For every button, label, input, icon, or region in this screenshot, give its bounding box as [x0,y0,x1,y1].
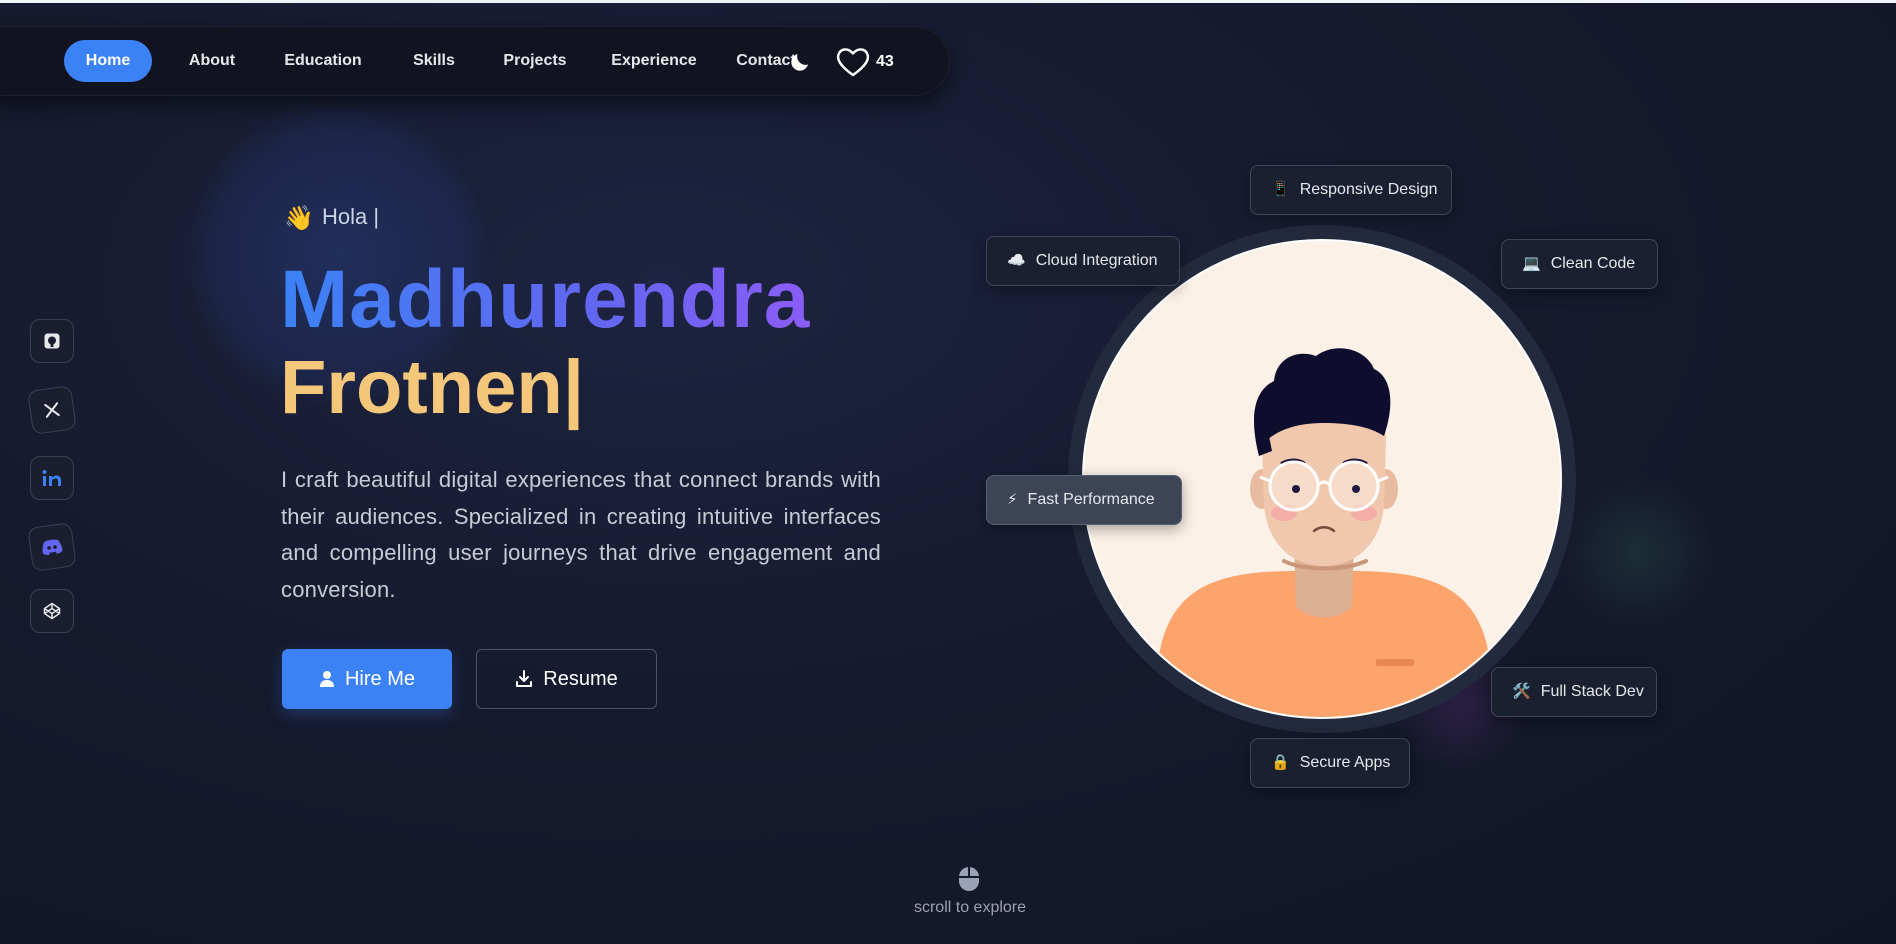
chip-clean-code: 💻 Clean Code [1501,239,1658,289]
chip-label: Responsive Design [1299,181,1438,198]
x-icon [44,402,60,418]
chip-label: Cloud Integration [1035,252,1158,269]
codepen-link[interactable] [30,589,74,633]
nav-education[interactable]: Education [278,40,368,82]
codepen-icon [43,602,61,620]
github-link[interactable] [30,319,74,363]
chip-secure-apps: 🔒 Secure Apps [1250,738,1410,788]
scroll-hint: scroll to explore [913,899,1027,916]
heart-icon[interactable] [836,46,870,78]
nav-experience[interactable]: Experience [604,40,704,82]
chip-label: Secure Apps [1299,754,1391,771]
hero-name: Madhurendra [280,252,810,348]
moon-icon[interactable] [788,50,812,74]
hire-me-button[interactable]: Hire Me [282,649,452,709]
mouse-icon [959,867,979,891]
discord-link[interactable] [27,522,77,572]
waving-hand-icon: 👋 [284,205,314,232]
user-icon [319,671,334,687]
discord-icon [42,539,63,556]
nav-home[interactable]: Home [64,40,152,82]
x-link[interactable] [27,385,77,435]
greeting-text: Hola | [322,204,380,229]
github-icon [44,333,60,349]
chip-full-stack-dev: 🛠️ Full Stack Dev [1491,667,1657,717]
nav-projects[interactable]: Projects [492,40,578,82]
hire-me-label: Hire Me [344,667,415,690]
hero-description: I craft beautiful digital experiences th… [281,467,881,602]
nav-skills[interactable]: Skills [404,40,464,82]
chip-label: Fast Performance [1027,491,1155,508]
download-icon [516,670,533,687]
resume-button[interactable]: Resume [476,649,657,709]
navbar: Home About Education Skills Projects Exp… [0,26,950,96]
tools-icon: 🛠️ [1512,683,1531,700]
linkedin-icon [42,470,61,486]
chip-label: Clean Code [1550,255,1636,272]
laptop-icon: 💻 [1522,255,1541,272]
hero-role-typing: Frotnen| [280,345,585,430]
lock-icon: 🔒 [1271,754,1290,771]
nav-contact[interactable]: Contact [736,40,796,82]
cloud-icon: ☁️ [1007,252,1026,269]
chip-fast-performance: ⚡ Fast Performance [986,475,1182,525]
chip-responsive-design: 📱 Responsive Design [1250,165,1452,215]
nav-about[interactable]: About [182,40,242,82]
lightning-icon: ⚡ [1007,491,1018,508]
top-border [0,0,1896,3]
mobile-phone-icon: 📱 [1271,181,1290,198]
resume-label: Resume [543,667,618,690]
linkedin-link[interactable] [30,456,74,500]
like-count: 43 [876,53,894,70]
background-blob [1560,475,1715,630]
chip-label: Full Stack Dev [1540,683,1644,700]
chip-cloud-integration: ☁️ Cloud Integration [986,236,1180,286]
